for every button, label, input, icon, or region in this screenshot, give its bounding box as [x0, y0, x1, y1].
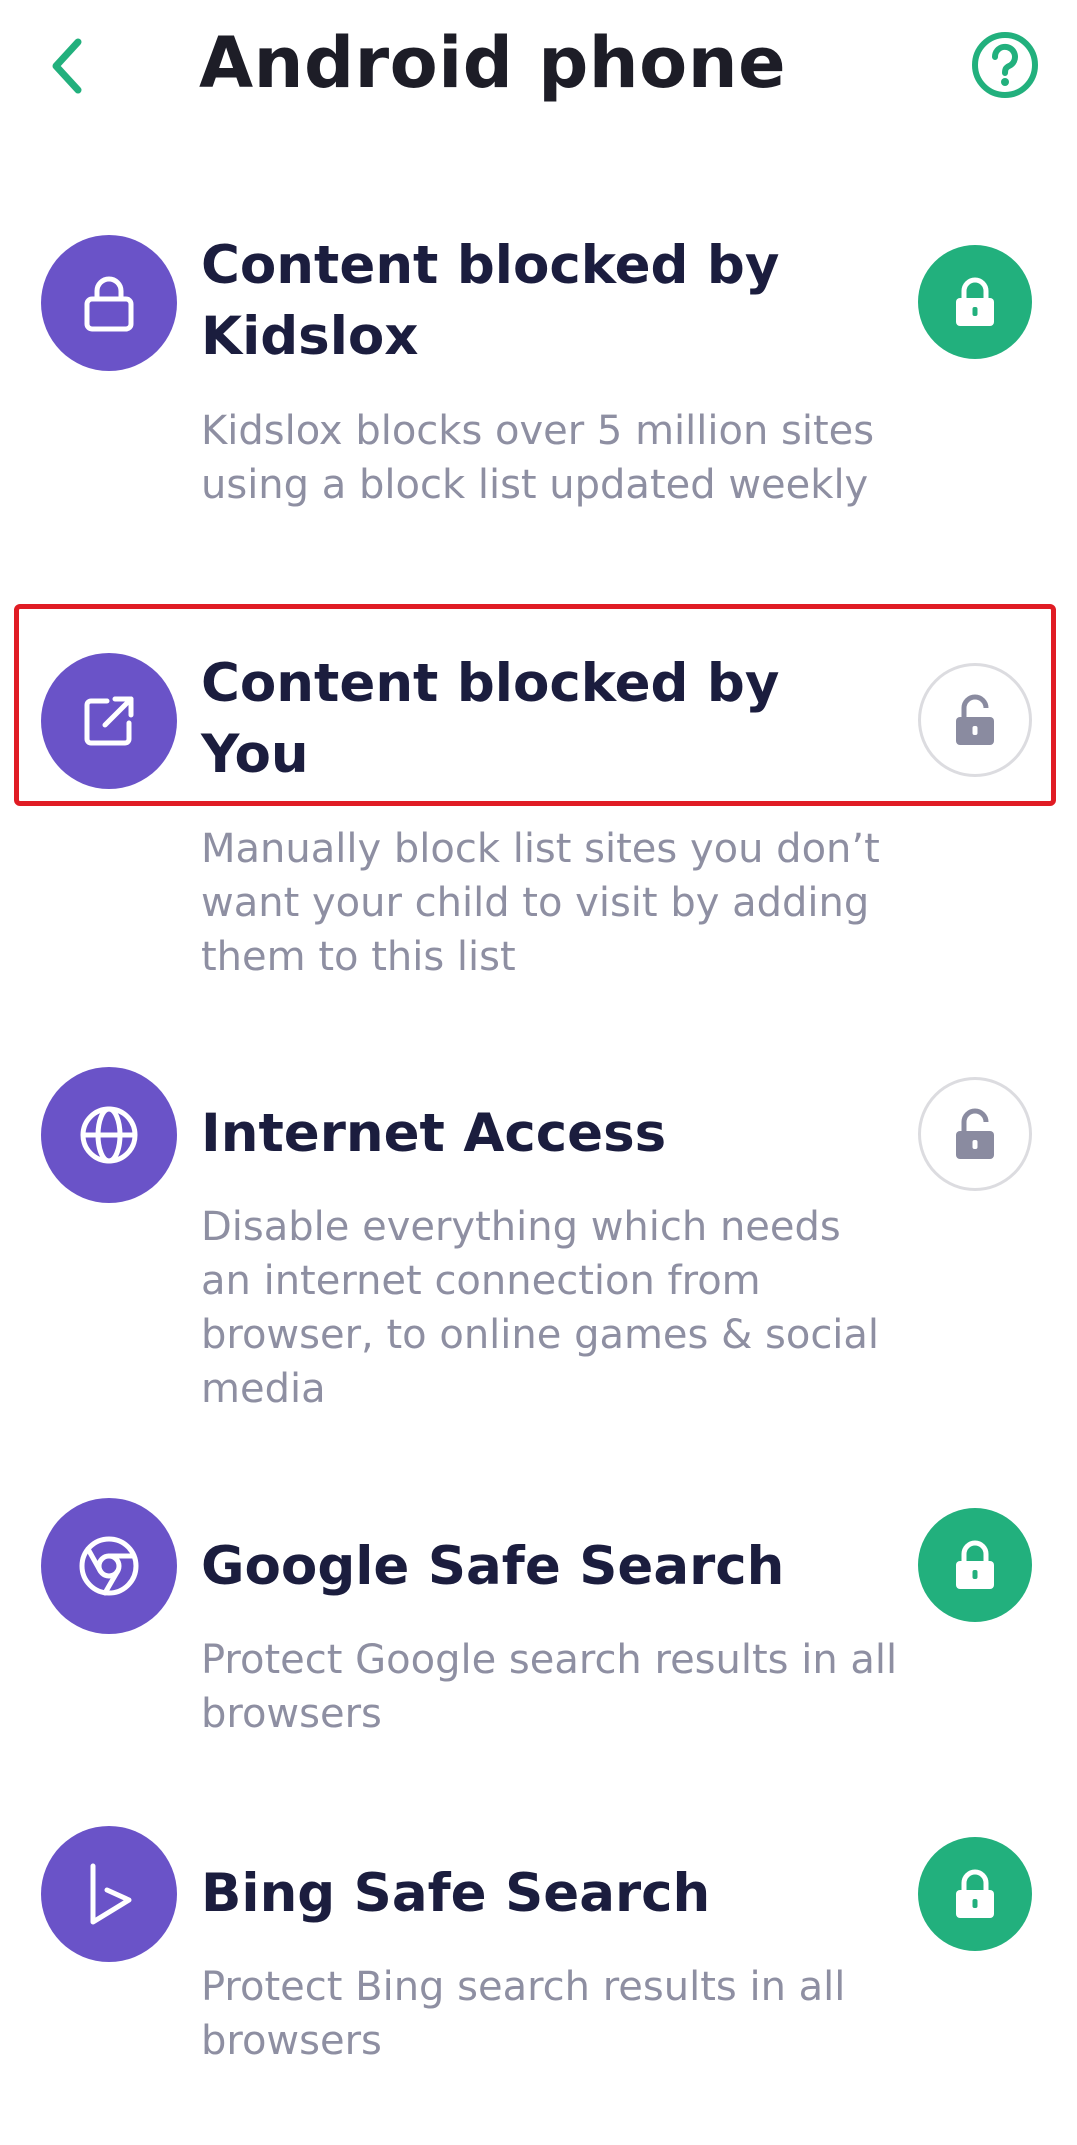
lock-toggle[interactable]	[918, 1077, 1032, 1191]
external-link-icon	[84, 696, 134, 746]
page-title: Android phone	[199, 22, 787, 104]
lock-toggle[interactable]	[918, 1508, 1032, 1622]
item-description: Kidslox blocks over 5 million sites usin…	[201, 408, 875, 508]
item-description: Protect Google search results in all bro…	[201, 1637, 898, 1737]
lock-toggle[interactable]	[918, 1837, 1032, 1951]
item-title: Content blocked by You	[201, 653, 780, 785]
unlocked-padlock-icon	[956, 694, 994, 745]
chrome-icon	[79, 1536, 139, 1596]
unlocked-padlock-icon	[956, 1108, 994, 1159]
item-title: Internet Access	[201, 1103, 667, 1164]
locked-padlock-icon	[956, 1540, 994, 1589]
locked-padlock-icon	[956, 1869, 994, 1918]
app-header: Android phone	[0, 0, 1077, 140]
lock-icon	[84, 276, 134, 332]
globe-icon	[80, 1106, 138, 1164]
external-link-badge	[41, 653, 177, 789]
item-title: Bing Safe Search	[201, 1863, 711, 1924]
item-title: Content blocked by Kidslox	[201, 235, 780, 367]
bing-badge	[41, 1826, 177, 1962]
chevron-left-icon	[52, 38, 82, 94]
padlock-badge	[41, 235, 177, 371]
help-button[interactable]	[970, 30, 1040, 100]
item-description: Disable everything which needs an intern…	[201, 1204, 880, 1412]
lock-toggle[interactable]	[918, 663, 1032, 777]
item-title: Google Safe Search	[201, 1536, 785, 1597]
globe-badge	[41, 1067, 177, 1203]
question-circle-icon	[972, 32, 1038, 98]
lock-toggle[interactable]	[918, 245, 1032, 359]
chrome-badge	[41, 1498, 177, 1634]
locked-padlock-icon	[956, 277, 994, 326]
bing-icon	[90, 1863, 132, 1925]
item-description: Protect Bing search results in all brows…	[201, 1964, 846, 2064]
item-description: Manually block list sites you don’t want…	[201, 826, 880, 980]
back-button[interactable]	[36, 28, 96, 104]
